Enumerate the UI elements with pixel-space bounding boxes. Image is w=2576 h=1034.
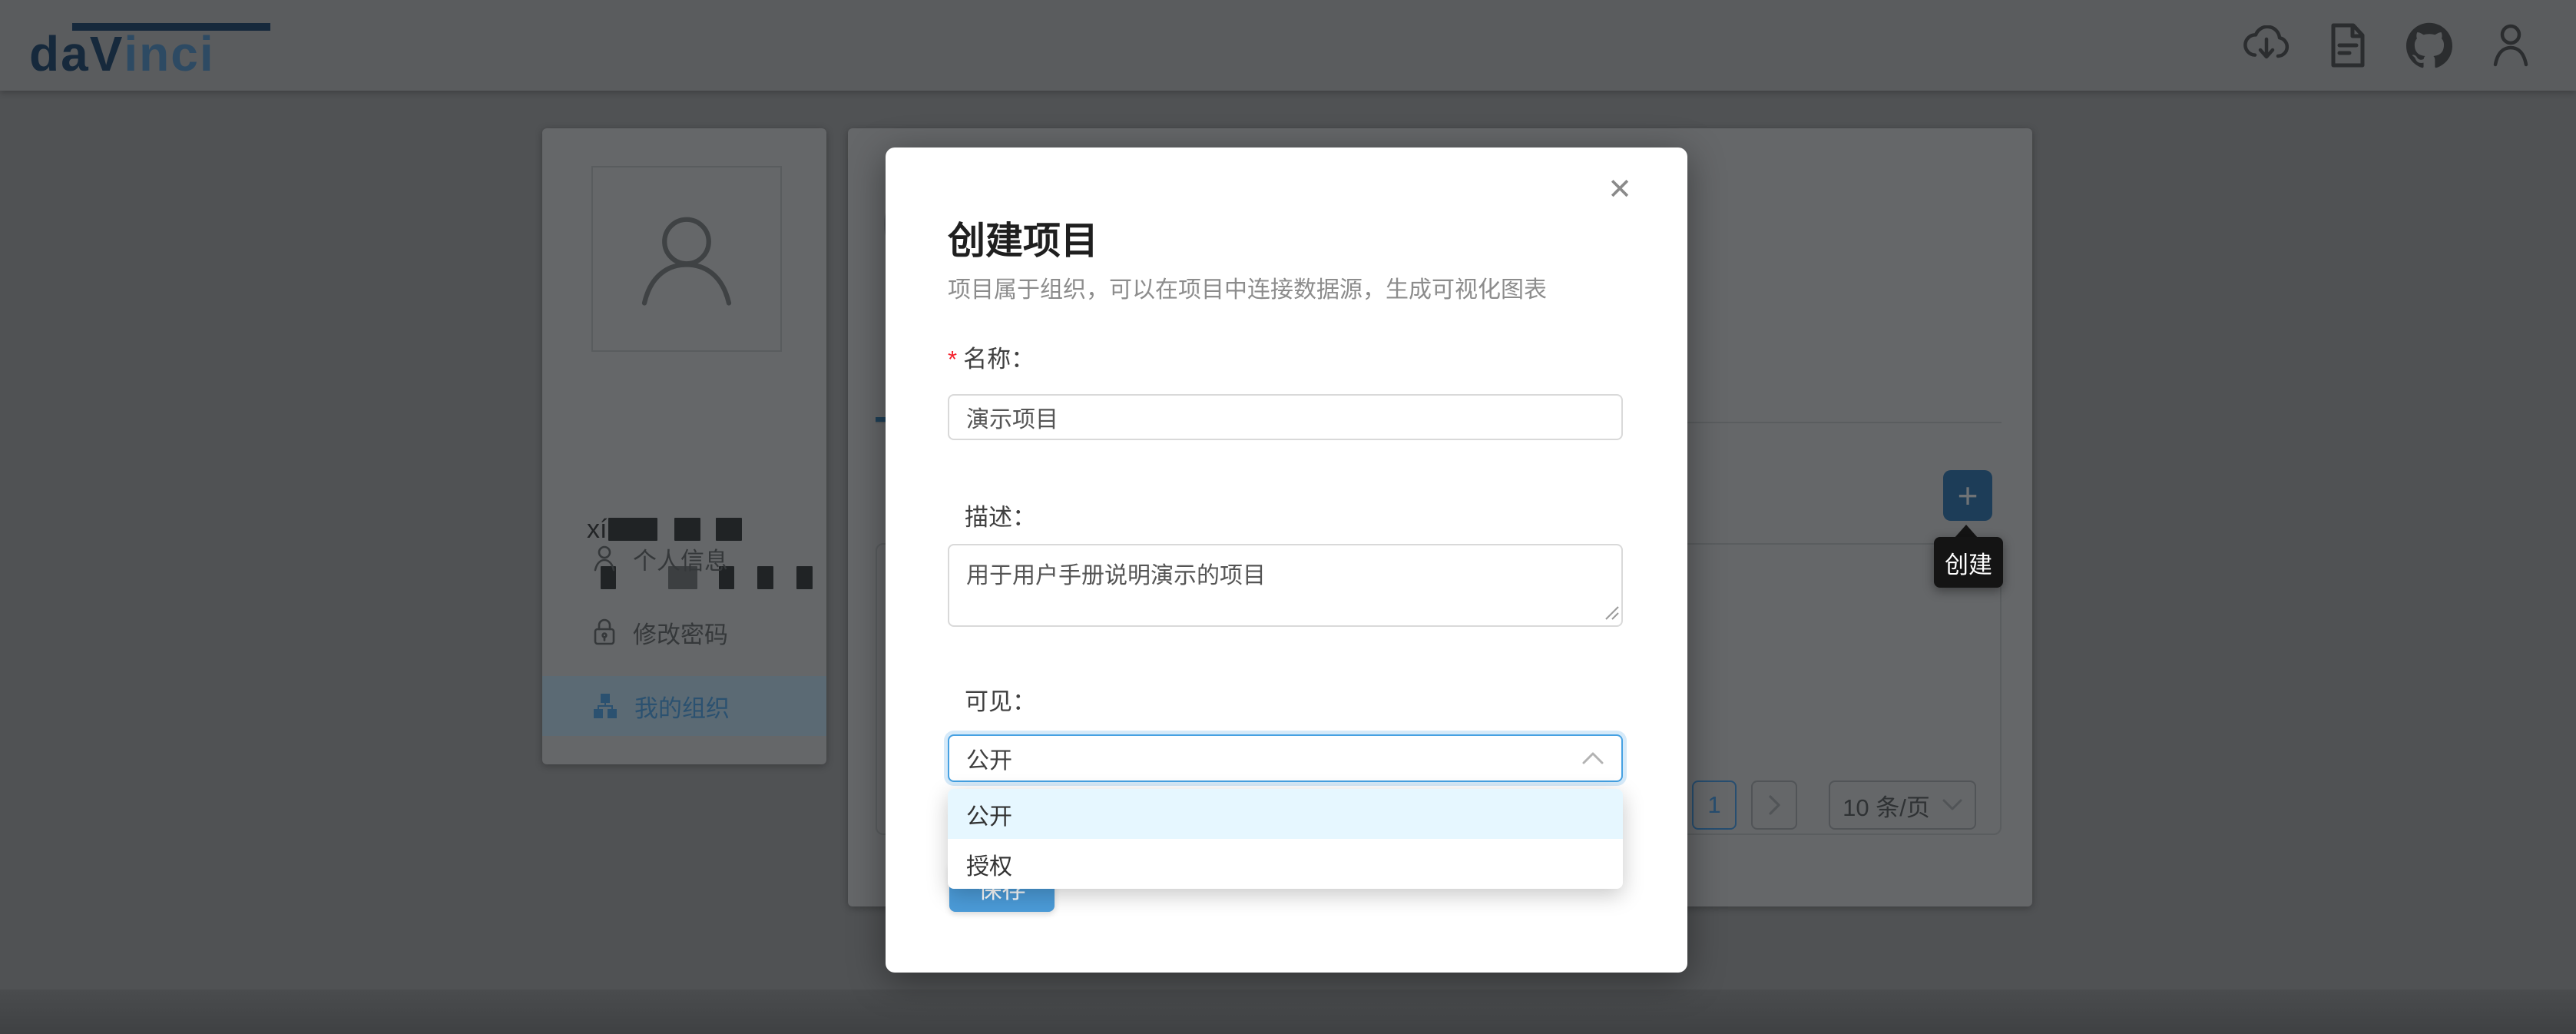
sidebar-item-label: 个人信息: [633, 542, 728, 576]
github-icon[interactable]: [2405, 22, 2453, 69]
sidebar-item-label: 修改密码: [633, 615, 728, 650]
sidebar-item-label: 我的组织: [634, 689, 730, 724]
page-number: 1: [1707, 791, 1720, 819]
plus-icon: +: [1958, 478, 1978, 513]
logo-text-da: da: [29, 29, 90, 78]
modal-subtitle: 项目属于组织，可以在项目中连接数据源，生成可视化图表: [948, 270, 1547, 304]
dropdown-option-public[interactable]: 公开: [948, 789, 1623, 839]
logo-text-v: V: [90, 29, 124, 78]
chevron-down-icon: [1942, 799, 1962, 811]
modal-title: 创建项目: [948, 210, 1098, 265]
page-size-value: 10 条/页: [1843, 788, 1930, 823]
project-name-input[interactable]: [948, 394, 1623, 440]
document-icon[interactable]: [2324, 22, 2372, 69]
create-tooltip: 创建: [1934, 537, 2003, 588]
user-icon[interactable]: [2487, 22, 2535, 69]
logo-overline: [72, 23, 270, 31]
profile-sidebar: xí 个人信息 修改密码 我的组织: [542, 128, 826, 764]
project-description-textarea[interactable]: 用于用户手册说明演示的项目: [948, 544, 1623, 627]
visibility-select-value: 公开: [966, 741, 1012, 775]
name-field-label: *名称：: [948, 340, 1035, 374]
required-asterisk: *: [948, 346, 957, 373]
page-size-select[interactable]: 10 条/页: [1829, 780, 1976, 830]
close-icon[interactable]: ✕: [1598, 167, 1641, 210]
user-outline-icon: [593, 545, 616, 572]
org-chart-icon: [593, 693, 618, 719]
tooltip-label: 创建: [1945, 545, 1992, 580]
lock-icon: [593, 618, 616, 646]
chevron-up-icon: [1581, 751, 1604, 765]
textarea-resize-handle[interactable]: [1603, 604, 1620, 621]
header-icon-group: [2243, 0, 2535, 91]
avatar-person-icon: [629, 201, 744, 316]
create-project-button[interactable]: +: [1943, 470, 1992, 521]
pagination-next-button[interactable]: [1751, 780, 1797, 830]
sidebar-item-profile[interactable]: 个人信息: [542, 529, 826, 588]
sidebar-item-organizations[interactable]: 我的组织: [542, 676, 826, 736]
dropdown-option-authorized[interactable]: 授权: [948, 839, 1623, 889]
app-header: daVinci: [0, 0, 2576, 91]
description-field-label: 描述：: [948, 498, 1036, 532]
visibility-select[interactable]: 公开: [948, 734, 1623, 782]
davinci-logo[interactable]: daVinci: [29, 12, 215, 78]
app-root: { "header": { "logo_text_left": "da", "l…: [0, 0, 2576, 1034]
chevron-right-icon: [1767, 794, 1781, 816]
pagination-page-1[interactable]: 1: [1692, 780, 1737, 830]
cloud-download-icon[interactable]: [2243, 22, 2290, 69]
visibility-dropdown: 公开 授权: [948, 789, 1623, 889]
sidebar-item-password[interactable]: 修改密码: [542, 602, 826, 662]
page-bottom-strip: [0, 989, 2576, 1034]
avatar-placeholder: [591, 166, 782, 352]
visibility-field-label: 可见：: [948, 682, 1036, 717]
logo-text-inci: inci: [124, 29, 214, 78]
